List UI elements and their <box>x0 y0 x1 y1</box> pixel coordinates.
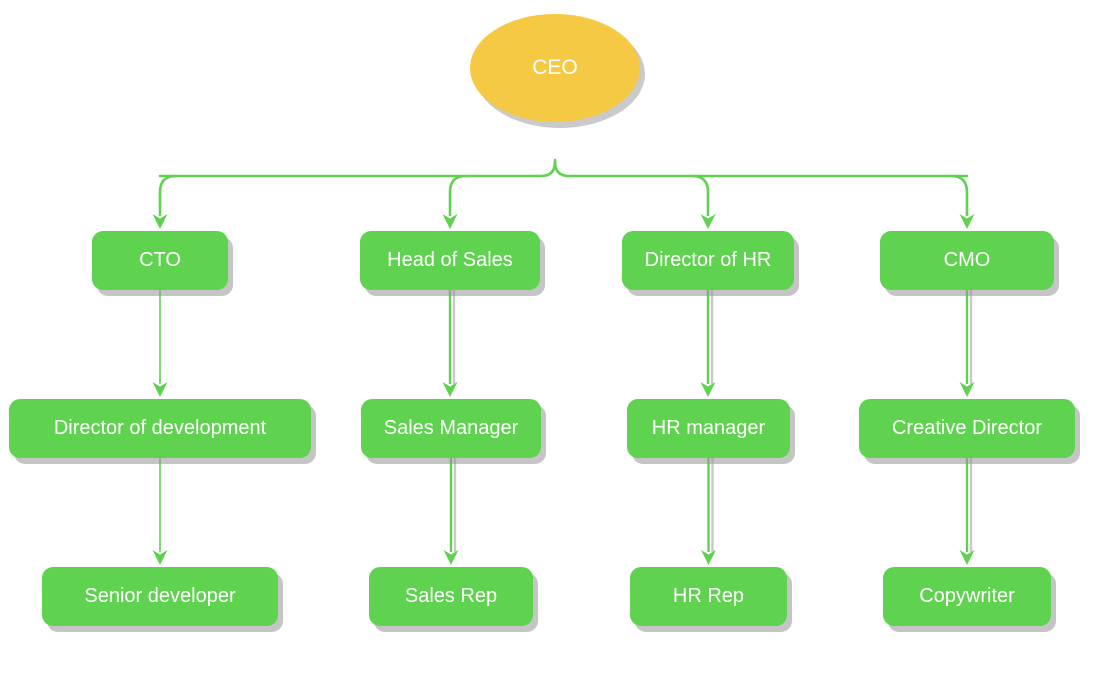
node-label: Director of development <box>53 417 267 439</box>
node-label: Senior developer <box>84 585 236 607</box>
node-label: CMO <box>943 249 991 271</box>
node-sales-manager[interactable]: Sales Manager <box>361 399 541 458</box>
node-cto[interactable]: CTO <box>92 231 228 290</box>
node-label: Creative Director <box>891 417 1043 439</box>
node-label: Director of HR <box>644 249 772 271</box>
node-senior-developer[interactable]: Senior developer <box>42 567 278 626</box>
node-copywriter[interactable]: Copywriter <box>883 567 1051 626</box>
node-label: CTO <box>139 249 181 271</box>
node-director-of-development[interactable]: Director of development <box>9 399 311 458</box>
node-cmo[interactable]: CMO <box>880 231 1054 290</box>
node-label: HR manager <box>651 417 766 439</box>
node-label: Sales Manager <box>383 417 519 439</box>
node-creative-director[interactable]: Creative Director <box>859 399 1075 458</box>
node-label: Head of Sales <box>387 249 513 271</box>
node-label: CEO <box>532 55 578 79</box>
node-ceo[interactable]: CEO <box>470 14 640 122</box>
node-label: Sales Rep <box>404 585 498 607</box>
node-sales-rep[interactable]: Sales Rep <box>369 567 533 626</box>
node-hr-rep[interactable]: HR Rep <box>630 567 787 626</box>
node-director-of-hr[interactable]: Director of HR <box>622 231 794 290</box>
node-hr-manager[interactable]: HR manager <box>627 399 790 458</box>
org-chart-canvas: CEO CTO Head of Sales Director of HR CMO… <box>0 0 1107 681</box>
node-label: HR Rep <box>672 585 745 607</box>
node-head-of-sales[interactable]: Head of Sales <box>360 231 540 290</box>
node-label: Copywriter <box>919 585 1015 607</box>
